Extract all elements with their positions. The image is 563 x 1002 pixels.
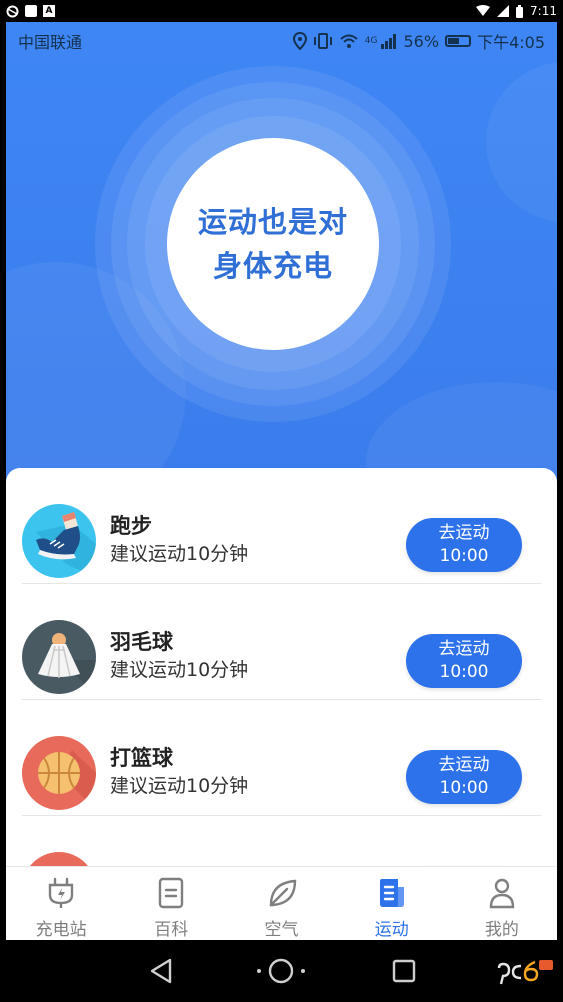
location-icon bbox=[292, 32, 307, 50]
watermark-logo bbox=[497, 960, 553, 985]
battery-percent: 56% bbox=[403, 31, 440, 51]
activity-subtitle: 建议运动10分钟 bbox=[110, 659, 249, 681]
notification-a-icon: A bbox=[43, 5, 55, 17]
activity-row-running: 跑步 建议运动10分钟 去运动 10:00 bbox=[22, 468, 541, 584]
recent-apps-icon[interactable] bbox=[392, 959, 416, 983]
tab-label: 我的 bbox=[484, 920, 519, 940]
go-exercise-label: 去运动 bbox=[438, 755, 490, 775]
wifi-icon bbox=[340, 34, 358, 48]
go-exercise-label: 去运动 bbox=[438, 523, 490, 543]
activity-list: 跑步 建议运动10分钟 去运动 10:00 羽毛球 建议运动10分钟 去运动 1… bbox=[6, 468, 557, 888]
tab-mine[interactable]: 我的 bbox=[447, 867, 557, 940]
battery-icon bbox=[445, 35, 472, 47]
activity-text: 打篮球 建议运动10分钟 bbox=[110, 744, 248, 800]
hero-banner: 中国联通 4G 56% 下午4:05 运动也是对 身体充电 bbox=[6, 22, 557, 492]
tab-label: 百科 bbox=[154, 920, 189, 940]
go-exercise-time: 10:00 bbox=[439, 546, 489, 566]
home-icon[interactable] bbox=[256, 957, 306, 985]
back-icon[interactable] bbox=[146, 957, 176, 985]
sports-note-icon bbox=[379, 879, 404, 907]
tab-label: 充电站 bbox=[35, 920, 87, 940]
device-status-bar: A 7:11 bbox=[0, 0, 563, 22]
app-status-bar: 中国联通 4G 56% 下午4:05 bbox=[6, 22, 557, 60]
go-exercise-button-basketball[interactable]: 去运动 10:00 bbox=[406, 750, 522, 804]
device-status-right: 7:11 bbox=[475, 4, 557, 18]
activity-title: 打篮球 bbox=[110, 746, 173, 770]
badminton-shuttlecock-icon bbox=[22, 620, 96, 694]
activity-title: 跑步 bbox=[110, 514, 152, 538]
go-exercise-button-running[interactable]: 去运动 10:00 bbox=[406, 518, 522, 572]
go-exercise-label: 去运动 bbox=[438, 639, 490, 659]
tab-label: 空气 bbox=[264, 920, 299, 940]
activity-text: 跑步 建议运动10分钟 bbox=[110, 512, 248, 568]
tab-label: 运动 bbox=[374, 920, 409, 940]
activity-row-badminton: 羽毛球 建议运动10分钟 去运动 10:00 bbox=[22, 584, 541, 700]
carrier-label: 中国联通 bbox=[18, 33, 83, 52]
app-status-right: 4G 56% 下午4:05 bbox=[292, 29, 545, 53]
hero-circle: 运动也是对 身体充电 bbox=[167, 138, 379, 350]
activity-text: 羽毛球 建议运动10分钟 bbox=[110, 628, 248, 684]
network-type: 4G bbox=[364, 36, 378, 46]
device-signal-icon bbox=[497, 5, 510, 17]
go-exercise-button-badminton[interactable]: 去运动 10:00 bbox=[406, 634, 522, 688]
go-exercise-time: 10:00 bbox=[439, 662, 489, 682]
app-screen: 中国联通 4G 56% 下午4:05 运动也是对 身体充电 跑步 建议运动10分… bbox=[6, 22, 557, 940]
device-wifi-icon bbox=[476, 5, 491, 16]
device-battery-icon bbox=[516, 4, 524, 18]
activity-row-basketball: 打篮球 建议运动10分钟 去运动 10:00 bbox=[22, 700, 541, 816]
basketball-icon bbox=[22, 736, 96, 810]
device-status-left: A bbox=[6, 5, 55, 18]
signal-icon bbox=[380, 34, 396, 49]
device-time: 7:11 bbox=[530, 4, 557, 18]
tab-air[interactable]: 空气 bbox=[226, 867, 336, 940]
vibrate-icon bbox=[313, 33, 332, 49]
charging-plug-icon bbox=[48, 877, 74, 908]
tab-sports[interactable]: 运动 bbox=[337, 867, 447, 940]
status-time: 下午4:05 bbox=[477, 33, 545, 52]
settings-notification-icon bbox=[6, 5, 19, 17]
hero-slogan-line2: 身体充电 bbox=[212, 249, 333, 283]
system-nav-bar bbox=[0, 940, 563, 1002]
activity-subtitle: 建议运动10分钟 bbox=[110, 775, 249, 797]
document-icon bbox=[159, 877, 184, 909]
tab-encyclopedia[interactable]: 百科 bbox=[116, 867, 226, 940]
notification-square-icon bbox=[25, 5, 37, 17]
activity-title: 羽毛球 bbox=[110, 630, 173, 654]
hero-slogan-line1: 运动也是对 bbox=[197, 205, 348, 239]
running-shoe-icon bbox=[22, 504, 96, 578]
activity-subtitle: 建议运动10分钟 bbox=[110, 543, 249, 565]
user-icon bbox=[489, 878, 515, 909]
tab-charging-station[interactable]: 充电站 bbox=[6, 867, 116, 940]
bottom-tab-bar: 充电站 百科 空气 运动 我的 bbox=[6, 866, 557, 940]
leaf-icon bbox=[269, 879, 296, 907]
go-exercise-time: 10:00 bbox=[439, 778, 489, 798]
